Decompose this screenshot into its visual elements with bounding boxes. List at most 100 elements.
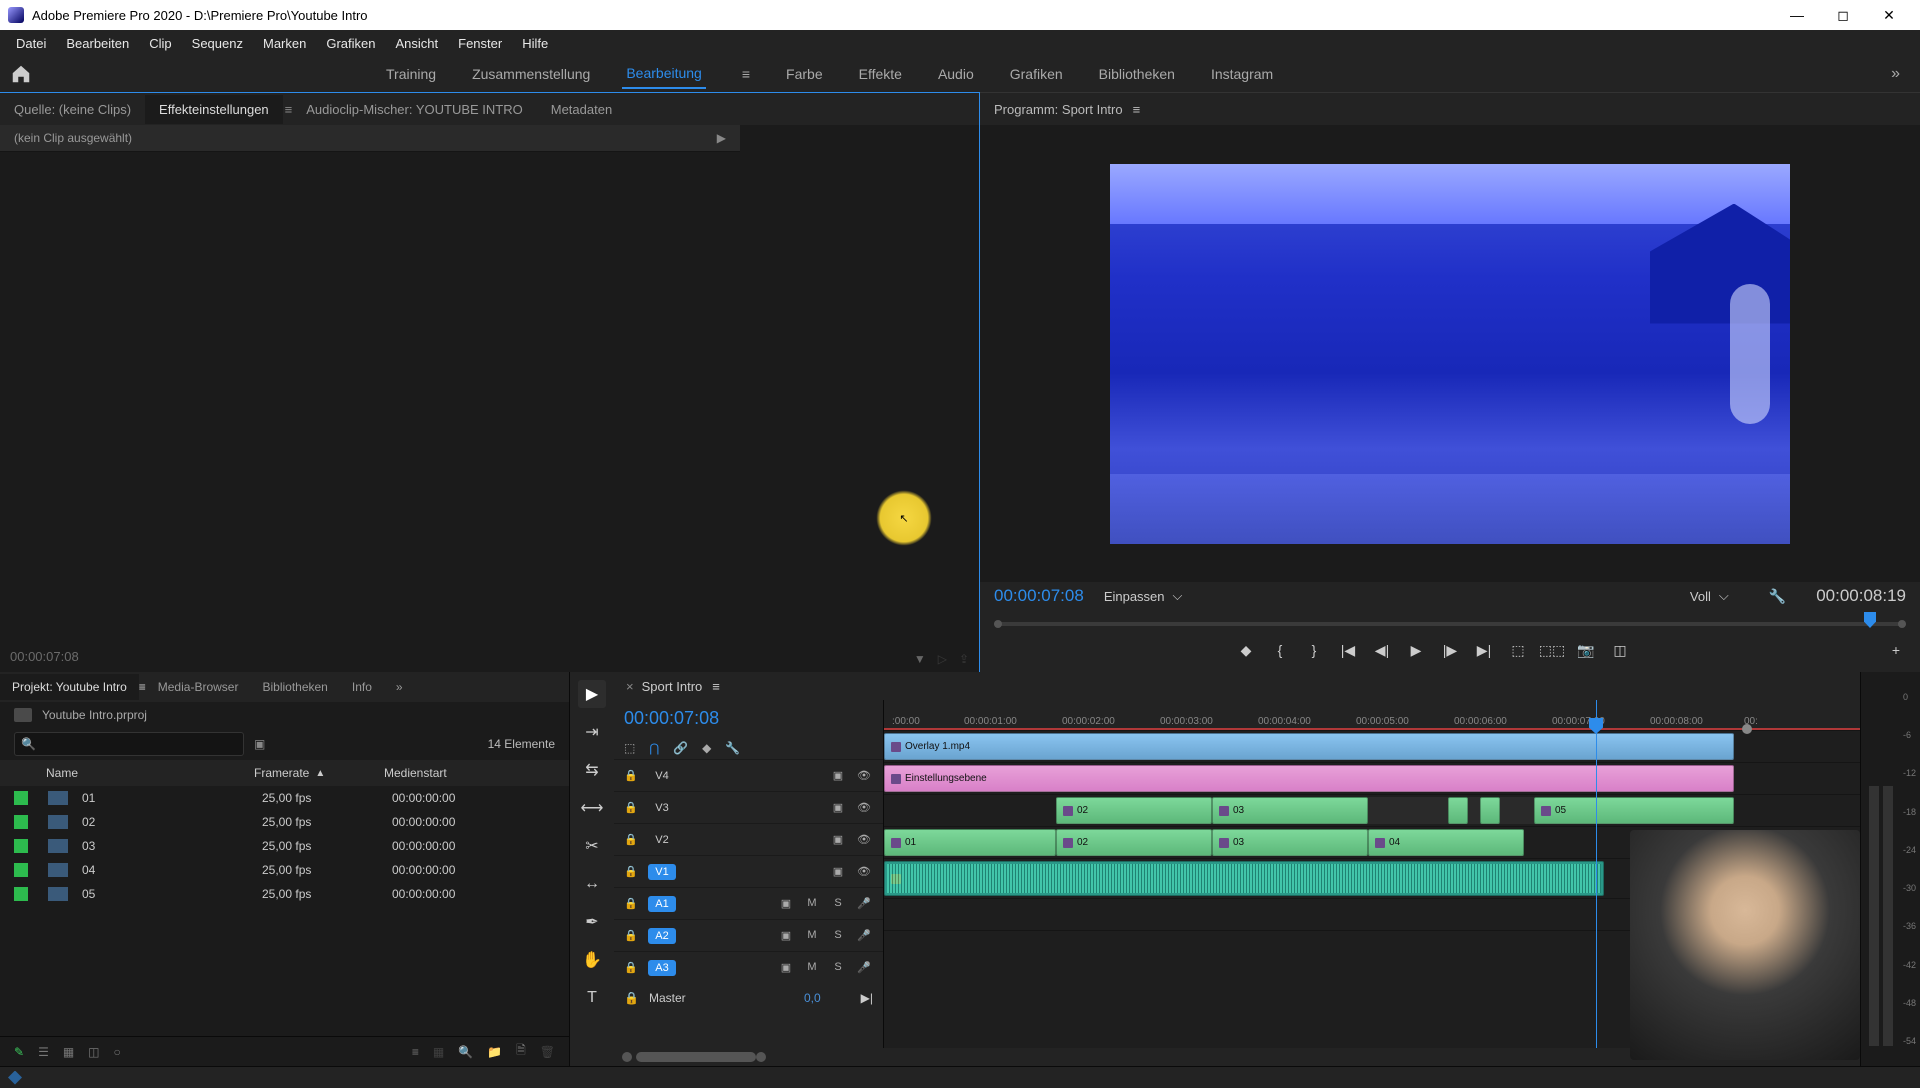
wrench-icon[interactable]: 🔧 [725, 741, 740, 755]
header-framerate[interactable]: Framerate▲ [254, 766, 384, 780]
mute-button[interactable]: M [803, 897, 821, 910]
header-name[interactable]: Name [14, 766, 254, 780]
tab-info[interactable]: Info [340, 674, 384, 700]
toggle-output-icon[interactable]: 👁 [855, 865, 873, 878]
export-frame-button[interactable]: 📷 [1576, 640, 1596, 660]
ripple-edit-tool[interactable]: ⇆ [578, 756, 606, 784]
menu-fenster[interactable]: Fenster [448, 32, 512, 55]
toggle-sync-icon[interactable]: ▣ [829, 865, 847, 878]
tab-project[interactable]: Projekt: Youtube Intro [0, 674, 139, 700]
go-to-in-button[interactable]: |◀ [1338, 640, 1358, 660]
toggle-sync-icon[interactable]: ▣ [777, 929, 795, 942]
toggle-sync-icon[interactable]: ▣ [777, 897, 795, 910]
minimize-button[interactable]: — [1774, 0, 1820, 30]
project-row[interactable]: 0325,00 fps00:00:00:00 [0, 834, 569, 858]
menu-sequenz[interactable]: Sequenz [182, 32, 253, 55]
clip[interactable]: 02 [1056, 829, 1212, 856]
voice-over-icon[interactable]: 🎤 [855, 961, 873, 974]
voice-over-icon[interactable]: 🎤 [855, 897, 873, 910]
workspace-menu-icon[interactable]: ≡ [738, 60, 754, 88]
lock-icon[interactable]: 🔒 [624, 801, 638, 814]
comparison-view-button[interactable]: ◫ [1610, 640, 1630, 660]
program-scrub-bar[interactable] [994, 610, 1906, 632]
menu-marken[interactable]: Marken [253, 32, 316, 55]
clip[interactable]: 01 [884, 829, 1056, 856]
expand-arrow-icon[interactable]: ▶ [717, 131, 726, 145]
lock-icon[interactable]: 🔒 [624, 961, 638, 974]
mark-in-button[interactable]: { [1270, 640, 1290, 660]
filter-bin-icon[interactable]: ▣ [254, 737, 265, 751]
track-v4[interactable]: Overlay 1.mp4 [884, 730, 1860, 762]
clip[interactable]: 03 [1212, 829, 1368, 856]
rolling-edit-tool[interactable]: ⟷ [578, 794, 606, 822]
export-icon[interactable]: ⇪ [959, 652, 969, 666]
lock-icon[interactable]: 🔒 [624, 929, 638, 942]
play-only-icon[interactable]: ▷ [938, 652, 947, 666]
menu-bearbeiten[interactable]: Bearbeiten [56, 32, 139, 55]
workspace-overflow-icon[interactable]: » [1891, 65, 1910, 83]
project-search-input[interactable]: 🔍 [14, 732, 244, 756]
track-header-master[interactable]: 🔒Master0,0▶| [614, 983, 883, 1013]
razor-tool[interactable]: ✂ [578, 832, 606, 860]
menu-hilfe[interactable]: Hilfe [512, 32, 558, 55]
close-button[interactable]: ✕ [1866, 0, 1912, 30]
tab-audio-mixer[interactable]: Audioclip-Mischer: YOUTUBE INTRO [292, 95, 536, 124]
linked-selection-icon[interactable]: 🔗 [673, 741, 688, 755]
audio-clip[interactable] [884, 861, 1604, 896]
toggle-output-icon[interactable]: 👁 [855, 801, 873, 814]
voice-over-icon[interactable]: 🎤 [855, 929, 873, 942]
lock-icon[interactable]: 🔒 [624, 833, 638, 846]
sort-icon[interactable]: ≡ [412, 1045, 419, 1059]
tab-overflow[interactable]: » [384, 674, 415, 700]
tab-effect-controls[interactable]: Effekteinstellungen [145, 95, 283, 124]
snap-icon[interactable]: ⋂ [649, 741, 659, 755]
lift-button[interactable]: ⬚ [1508, 640, 1528, 660]
button-editor-button[interactable]: + [1886, 640, 1906, 660]
workspace-zusammenstellung[interactable]: Zusammenstellung [468, 60, 594, 88]
master-value[interactable]: 0,0 [804, 991, 821, 1005]
list-view-icon[interactable]: ☰ [38, 1045, 49, 1059]
hand-tool[interactable]: ✋ [578, 946, 606, 974]
workspace-bearbeitung[interactable]: Bearbeitung [622, 59, 706, 89]
lock-icon[interactable]: 🔒 [624, 865, 638, 878]
tab-source[interactable]: Quelle: (keine Clips) [0, 95, 145, 124]
maximize-button[interactable]: ◻ [1820, 0, 1866, 30]
track-header-v2[interactable]: 🔒V2▣👁 [614, 823, 883, 855]
selection-tool[interactable]: ▶ [578, 680, 606, 708]
pen-icon[interactable]: ✎ [14, 1045, 24, 1059]
status-icon[interactable] [8, 1071, 22, 1085]
new-item-icon[interactable]: 🗎 [516, 1041, 526, 1062]
solo-button[interactable]: S [829, 961, 847, 974]
lock-icon[interactable]: 🔒 [624, 897, 638, 910]
project-row[interactable]: 0425,00 fps00:00:00:00 [0, 858, 569, 882]
clip-adjustment[interactable]: Einstellungsebene [884, 765, 1734, 792]
slip-tool[interactable]: ↔ [578, 870, 606, 898]
track-header-v4[interactable]: 🔒V4▣👁 [614, 759, 883, 791]
clip[interactable]: 03 [1212, 797, 1368, 824]
timeline-ruler[interactable]: :00:00 00:00:01:00 00:00:02:00 00:00:03:… [884, 700, 1860, 730]
workspace-audio[interactable]: Audio [934, 60, 978, 88]
freeform-view-icon[interactable]: ◫ [88, 1045, 99, 1059]
toggle-sync-icon[interactable]: ▣ [777, 961, 795, 974]
toggle-output-icon[interactable]: 👁 [855, 833, 873, 846]
track-header-a2[interactable]: 🔒A2▣MS🎤 [614, 919, 883, 951]
nest-icon[interactable]: ⬚ [624, 741, 635, 755]
extract-button[interactable]: ⬚⬚ [1542, 640, 1562, 660]
clip[interactable] [1448, 797, 1468, 824]
menu-grafiken[interactable]: Grafiken [316, 32, 385, 55]
track-header-v1[interactable]: 🔒V1▣👁 [614, 855, 883, 887]
trash-icon[interactable]: 🗑 [540, 1045, 555, 1059]
toggle-sync-icon[interactable]: ▣ [829, 833, 847, 846]
home-icon[interactable] [10, 63, 32, 85]
clip[interactable]: 04 [1368, 829, 1524, 856]
filter-icon[interactable]: ▼ [914, 652, 926, 666]
add-marker-button[interactable]: ◆ [1236, 640, 1256, 660]
go-to-end-icon[interactable]: ▶| [861, 991, 873, 1005]
clip[interactable]: 02 [1056, 797, 1212, 824]
timeline-menu-icon[interactable]: ≡ [712, 679, 720, 694]
panel-menu-icon[interactable]: ≡ [285, 102, 293, 117]
tab-metadata[interactable]: Metadaten [537, 95, 626, 124]
step-forward-button[interactable]: |▶ [1440, 640, 1460, 660]
lock-icon[interactable]: 🔒 [624, 991, 639, 1005]
workspace-instagram[interactable]: Instagram [1207, 60, 1277, 88]
